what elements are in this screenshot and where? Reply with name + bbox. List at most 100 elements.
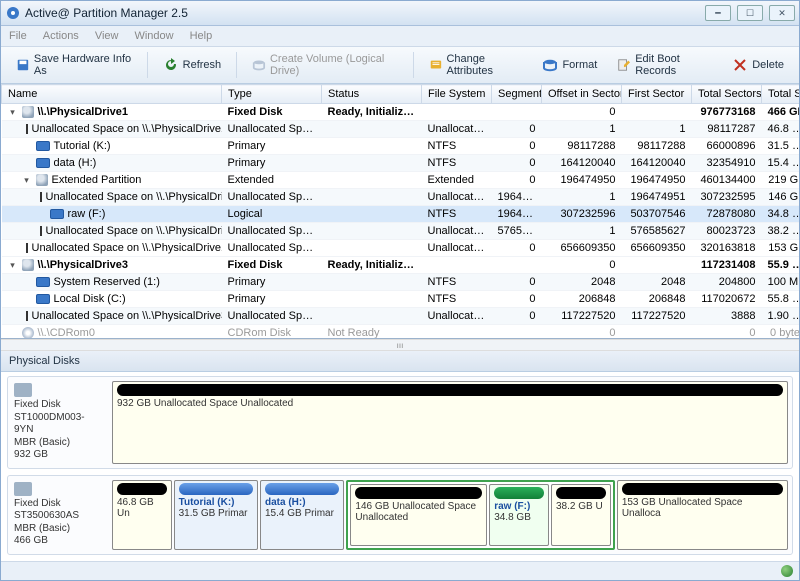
expand-icon xyxy=(8,328,18,338)
column-header[interactable]: Segment xyxy=(492,85,542,104)
cell-sect: 66000896 xyxy=(692,138,762,155)
row-name: Unallocated Space on \\.\PhysicalDrive1 xyxy=(32,242,222,254)
disk-segment[interactable]: 153 GB Unallocated Space Unalloca xyxy=(617,480,788,550)
disk-segment[interactable]: 38.2 GB U xyxy=(551,484,611,546)
expand-icon[interactable]: ▾ xyxy=(22,175,32,185)
column-header[interactable]: Status xyxy=(322,85,422,104)
column-header[interactable]: Total Sectors xyxy=(692,85,762,104)
table-row[interactable]: Local Disk (C:)PrimaryNTFS02068482068481… xyxy=(2,291,800,308)
row-name: Tutorial (K:) xyxy=(54,140,111,152)
cell-sect: 117231408 xyxy=(692,257,762,274)
cell-off: 206848 xyxy=(542,291,622,308)
column-header[interactable]: First Sector xyxy=(622,85,692,104)
menu-window[interactable]: Window xyxy=(126,30,181,42)
globe-icon xyxy=(781,565,793,577)
disk-segment[interactable]: 932 GB Unallocated Space Unallocated xyxy=(112,381,788,464)
column-header[interactable]: Name xyxy=(2,85,222,104)
disk-segment[interactable]: Tutorial (K:)31.5 GB Primar xyxy=(174,480,258,550)
cell-first xyxy=(622,104,692,121)
cell-fs: NTFS xyxy=(422,155,492,172)
cell-sect: 320163818 xyxy=(692,240,762,257)
minimize-button[interactable]: ━ xyxy=(705,5,731,21)
menu-file[interactable]: File xyxy=(1,30,35,42)
part-icon xyxy=(36,294,50,304)
horizontal-scrollbar[interactable]: ııı xyxy=(1,339,799,351)
titlebar: Active@ Partition Manager 2.5 ━ ☐ ✕ xyxy=(1,1,799,26)
table-row[interactable]: ▾\\.\PhysicalDrive3Fixed DiskReady, Init… xyxy=(2,257,800,274)
close-button[interactable]: ✕ xyxy=(769,5,795,21)
cell-size: 15.4 GB xyxy=(762,155,800,172)
extended-partition-group: 146 GB Unallocated Space Unallocatedraw … xyxy=(346,480,614,550)
column-header[interactable]: Offset in Sectors xyxy=(542,85,622,104)
menu-view[interactable]: View xyxy=(87,30,127,42)
cell-off: 1 xyxy=(542,223,622,240)
disk-segment[interactable]: 46.8 GB Un xyxy=(112,480,172,550)
menu-help[interactable]: Help xyxy=(182,30,221,42)
row-name: \\.\PhysicalDrive3 xyxy=(38,259,129,271)
table-row[interactable]: Unallocated Space on \\.\PhysicalDrive1U… xyxy=(2,223,800,240)
disk-segment[interactable]: 146 GB Unallocated Space Unallocated xyxy=(350,484,487,546)
cell-fs xyxy=(422,257,492,274)
table-row[interactable]: Unallocated Space on \\.\PhysicalDrive1U… xyxy=(2,121,800,138)
edit-boot-records-button[interactable]: Edit Boot Records xyxy=(608,48,721,82)
statusbar xyxy=(1,561,799,580)
cell-fs: NTFS xyxy=(422,206,492,223)
table-row[interactable]: Unallocated Space on \\.\PhysicalDrive1U… xyxy=(2,189,800,206)
maximize-button[interactable]: ☐ xyxy=(737,5,763,21)
row-name: raw (F:) xyxy=(68,208,106,220)
cell-sect: 0 xyxy=(692,325,762,340)
disk-segment[interactable]: raw (F:)34.8 GB xyxy=(489,484,549,546)
refresh-button[interactable]: Refresh xyxy=(154,52,231,78)
app-icon xyxy=(5,5,21,21)
cell-size: 31.5 GB xyxy=(762,138,800,155)
physical-disks-header: Physical Disks xyxy=(1,351,799,372)
table-row[interactable]: Unallocated Space on \\.\PhysicalDrive1 U… xyxy=(2,240,800,257)
disk-icon xyxy=(22,259,34,271)
column-header[interactable]: File System xyxy=(422,85,492,104)
disk-icon xyxy=(14,383,32,397)
row-name: System Reserved (1:) xyxy=(54,276,160,288)
table-row[interactable]: Unallocated Space on \\.\PhysicalDrive3U… xyxy=(2,308,800,325)
row-name: Local Disk (C:) xyxy=(54,293,126,305)
cell-type: Primary xyxy=(222,291,322,308)
cell-type: Logical xyxy=(222,206,322,223)
volume-grid[interactable]: NameTypeStatusFile SystemSegmentOffset i… xyxy=(1,84,799,339)
save-hardware-button[interactable]: Save Hardware Info As xyxy=(7,48,141,82)
table-row[interactable]: raw (F:)LogicalNTFS196474950307232596503… xyxy=(2,206,800,223)
cell-first: 2048 xyxy=(622,274,692,291)
cell-fs: Unallocated xyxy=(422,121,492,138)
cell-size: 38.2 GB xyxy=(762,223,800,240)
column-header[interactable]: Total Size xyxy=(762,85,800,104)
expand-icon[interactable]: ▾ xyxy=(8,260,18,270)
menubar: FileActionsViewWindowHelp xyxy=(1,26,799,47)
cell-seg xyxy=(492,104,542,121)
cell-fs xyxy=(422,325,492,340)
table-row[interactable]: \\.\CDRom0CDRom DiskNot Ready000 bytes xyxy=(2,325,800,340)
delete-button[interactable]: Delete xyxy=(723,52,793,78)
cell-off: 1 xyxy=(542,189,622,206)
disk-segment[interactable]: data (H:)15.4 GB Primar xyxy=(260,480,344,550)
cell-size: 55.8 GB xyxy=(762,291,800,308)
expand-icon[interactable]: ▾ xyxy=(8,107,18,117)
cell-fs: Extended xyxy=(422,172,492,189)
cell-size: 100 MB xyxy=(762,274,800,291)
row-name: data (H:) xyxy=(54,157,97,169)
cell-status xyxy=(322,172,422,189)
cell-seg: 0 xyxy=(492,172,542,189)
table-row[interactable]: data (H:)PrimaryNTFS01641200401641200403… xyxy=(2,155,800,172)
cell-size: 0 bytes xyxy=(762,325,800,340)
menu-actions[interactable]: Actions xyxy=(35,30,87,42)
cell-first xyxy=(622,325,692,340)
table-row[interactable]: ▾\\.\PhysicalDrive1Fixed DiskReady, Init… xyxy=(2,104,800,121)
cell-seg: 0 xyxy=(492,240,542,257)
cell-fs: Unallocated xyxy=(422,240,492,257)
row-name: Unallocated Space on \\.\PhysicalDrive1 xyxy=(46,191,222,203)
table-row[interactable]: Tutorial (K:)PrimaryNTFS0981172889811728… xyxy=(2,138,800,155)
table-row[interactable]: System Reserved (1:)PrimaryNTFS020482048… xyxy=(2,274,800,291)
format-button[interactable]: Format xyxy=(533,52,606,78)
create-volume-button[interactable]: Create Volume (Logical Drive) xyxy=(243,48,407,82)
column-header[interactable]: Type xyxy=(222,85,322,104)
change-attributes-button[interactable]: Change Attributes xyxy=(420,48,532,82)
cell-size: 153 GB xyxy=(762,240,800,257)
table-row[interactable]: ▾Extended PartitionExtendedExtended01964… xyxy=(2,172,800,189)
